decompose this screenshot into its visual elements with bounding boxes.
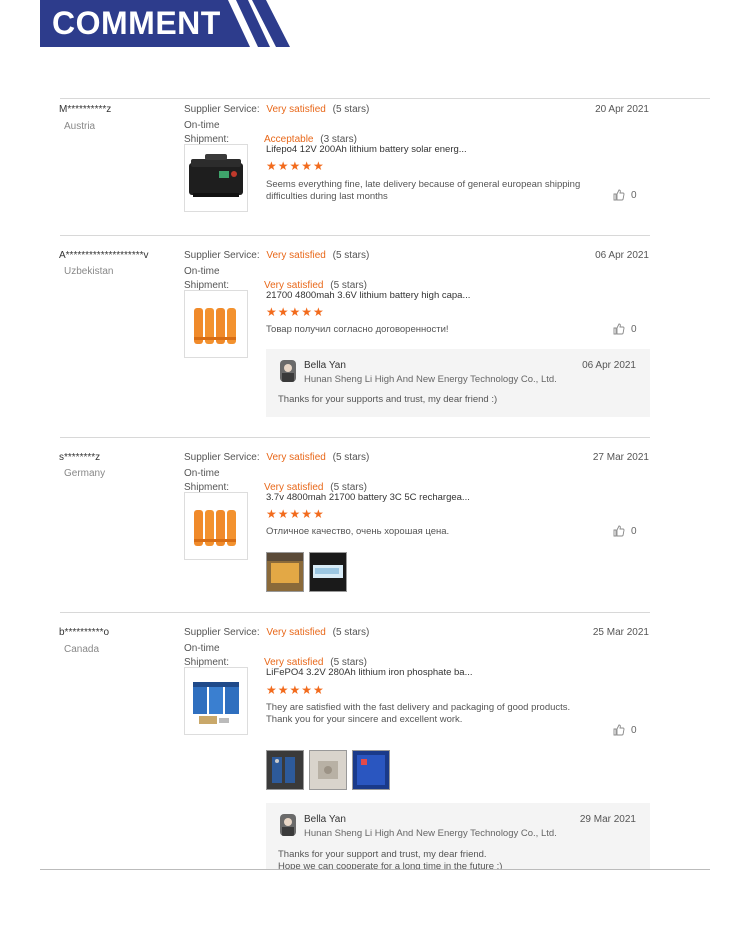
seller-avatar: [280, 360, 296, 382]
reviewer-country: Uzbekistan: [64, 266, 114, 277]
like-count: 0: [631, 189, 637, 201]
like-count: 0: [631, 323, 637, 335]
product-title[interactable]: 21700 4800mah 3.6V lithium battery high …: [266, 290, 470, 301]
review-photo[interactable]: [309, 750, 347, 790]
supplier-service-row: Supplier Service: Very satisfied (5 star…: [184, 104, 370, 115]
like-button[interactable]: 0: [613, 724, 637, 736]
like-button[interactable]: 0: [613, 323, 637, 335]
bottom-divider: [40, 869, 710, 870]
review-date: 25 Mar 2021: [592, 627, 649, 638]
thumbs-up-icon: [613, 724, 625, 736]
product-title[interactable]: 3.7v 4800mah 21700 battery 3C 5C recharg…: [266, 492, 470, 503]
review-photo[interactable]: [309, 552, 347, 592]
review-comment: Товар получил согласно договоренности!: [266, 324, 449, 335]
reply-text: Thanks for your supports and trust, my d…: [278, 394, 498, 405]
ontime-shipment-label: On-time Shipment:: [184, 468, 230, 493]
review-photo[interactable]: [266, 552, 304, 592]
supplier-service-row: Supplier Service: Very satisfied (5 star…: [184, 250, 370, 261]
reviewer-name: A********************v: [59, 250, 149, 261]
product-thumbnail[interactable]: [184, 492, 248, 560]
blue-cells-image: [193, 682, 239, 724]
service-rating: Very satisfied: [266, 452, 326, 463]
product-thumbnail[interactable]: [184, 144, 248, 212]
seller-avatar: [280, 814, 296, 836]
banner-title: COMMENT: [52, 5, 221, 41]
service-rating: Very satisfied: [266, 104, 326, 115]
review-date: 06 Apr 2021: [595, 250, 649, 261]
seller-reply: Bella Yan Hunan Sheng Li High And New En…: [266, 349, 650, 417]
review-divider: [60, 235, 650, 236]
like-button[interactable]: 0: [613, 525, 637, 537]
reply-author: Bella Yan: [304, 360, 346, 371]
thumbs-up-icon: [613, 323, 625, 335]
review-date: 27 Mar 2021: [592, 452, 649, 463]
reviewer-country: Austria: [64, 121, 96, 132]
supplier-service-row: Supplier Service: Very satisfied (5 star…: [184, 452, 370, 463]
ontime-shipment-label: On-time Shipment:: [184, 643, 230, 668]
review-comment: They are satisfied with the fast deliver…: [266, 702, 571, 725]
product-thumbnail[interactable]: [184, 290, 248, 358]
reply-company: Hunan Sheng Li High And New Energy Techn…: [304, 374, 557, 385]
reviewer-country: Canada: [64, 644, 100, 655]
review-photo[interactable]: [266, 750, 304, 790]
battery-case-image: [189, 154, 243, 197]
supplier-service-row: Supplier Service: Very satisfied (5 star…: [184, 627, 370, 638]
review-divider: [60, 437, 650, 438]
reviewer-name: b**********o: [59, 627, 110, 638]
review-comment: Seems everything fine, late delivery bec…: [266, 179, 581, 202]
seller-reply: Bella Yan Hunan Sheng Li High And New En…: [266, 803, 650, 869]
reply-company: Hunan Sheng Li High And New Energy Techn…: [304, 828, 557, 839]
reply-date: 29 Mar 2021: [579, 814, 636, 825]
reply-text: Thanks for your support and trust, my de…: [278, 849, 503, 869]
like-count: 0: [631, 525, 637, 537]
review-divider: [60, 612, 650, 613]
like-button[interactable]: 0: [613, 189, 637, 201]
review-comment: Отличное качество, очень хорошая цена.: [266, 526, 450, 537]
product-title[interactable]: LiFePO4 3.2V 280Ah lithium iron phosphat…: [266, 667, 473, 678]
reviewer-name: M**********z: [59, 104, 112, 115]
rating-stars: ★★★★★: [266, 507, 325, 521]
review-date: 20 Apr 2021: [595, 104, 649, 115]
service-rating: Very satisfied: [266, 250, 326, 261]
service-rating: Very satisfied: [266, 627, 326, 638]
thumbs-up-icon: [613, 525, 625, 537]
product-thumbnail[interactable]: [184, 667, 248, 735]
product-title[interactable]: Lifepo4 12V 200Ah lithium battery solar …: [266, 144, 467, 155]
reviewer-name: s********z: [59, 452, 101, 463]
orange-cells-image: [194, 510, 236, 546]
thumbs-up-icon: [613, 189, 625, 201]
reviewer-country: Germany: [64, 468, 106, 479]
reply-date: 06 Apr 2021: [582, 360, 636, 371]
review-photo[interactable]: [352, 750, 390, 790]
rating-stars: ★★★★★: [266, 159, 325, 173]
ontime-shipment-label: On-time Shipment:: [184, 266, 230, 291]
orange-cells-image: [194, 308, 236, 344]
like-count: 0: [631, 724, 637, 736]
reply-author: Bella Yan: [304, 814, 346, 825]
rating-stars: ★★★★★: [266, 305, 325, 319]
top-divider: [60, 98, 710, 99]
rating-stars: ★★★★★: [266, 683, 325, 697]
ontime-shipment-label: On-time Shipment:: [184, 120, 230, 145]
